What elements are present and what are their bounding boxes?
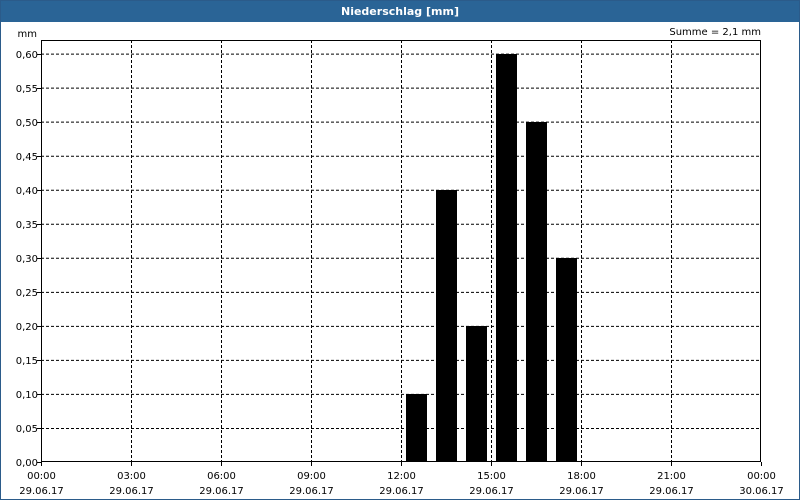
x-tick-time-label: 00:00 [27, 471, 56, 482]
x-tick-time-label: 03:00 [117, 471, 146, 482]
y-tick-label: 0,00 [16, 458, 38, 469]
y-tick-label: 0,20 [16, 322, 38, 333]
y-tick-label: 0,45 [16, 152, 38, 163]
y-tick-label: 0,05 [16, 424, 38, 435]
chart-window: Niederschlag [mm] 0,00 0,05 0,10 0,15 0,20 0,… [0, 0, 800, 500]
y-tick-label: 0,25 [16, 288, 38, 299]
y-tick-label: 0,55 [16, 84, 38, 95]
x-tick-time-label: 18:00 [567, 471, 596, 482]
x-tick-date-label: 29.06.17 [649, 486, 694, 497]
data-bar [526, 122, 547, 462]
x-tick-date-label: 29.06.17 [289, 486, 334, 497]
x-tick-time-label: 12:00 [387, 471, 416, 482]
x-tick-time-label: 21:00 [657, 471, 686, 482]
x-tick-date-label: 29.06.17 [109, 486, 154, 497]
chart-plot: 0,00 0,05 0,10 0,15 0,20 0,25 0,30 0,35 0,40 0,45… [16, 27, 784, 497]
data-bar [496, 54, 517, 462]
x-tick-time-label: 15:00 [477, 471, 506, 482]
x-tick-date-label: 30.06.17 [739, 486, 784, 497]
sum-annotation: Summe = 2,1 mm [669, 27, 761, 38]
y-tick-label: 0,40 [16, 186, 38, 197]
y-tick-label: 0,35 [16, 220, 38, 231]
x-tick-date-label: 29.06.17 [379, 486, 424, 497]
x-tick-time-label: 06:00 [207, 471, 236, 482]
x-tick-date-label: 29.06.17 [469, 486, 514, 497]
x-tick-date-label: 29.06.17 [19, 486, 64, 497]
window-title: Niederschlag [mm] [1, 1, 799, 22]
x-tick-time-label: 09:00 [297, 471, 326, 482]
y-tick-label: 0,50 [16, 118, 38, 129]
data-bar [556, 258, 577, 462]
y-axis-label: mm [18, 29, 37, 40]
x-tick-time-label: 00:00 [747, 471, 776, 482]
data-bar [466, 326, 487, 462]
x-tick-date-label: 29.06.17 [559, 486, 604, 497]
data-bar [406, 394, 427, 462]
y-tick-label: 0,60 [16, 50, 38, 61]
y-tick-label: 0,15 [16, 356, 38, 367]
data-bar [436, 190, 457, 462]
y-tick-label: 0,30 [16, 254, 38, 265]
x-tick-date-label: 29.06.17 [199, 486, 244, 497]
y-tick-label: 0,10 [16, 390, 38, 401]
